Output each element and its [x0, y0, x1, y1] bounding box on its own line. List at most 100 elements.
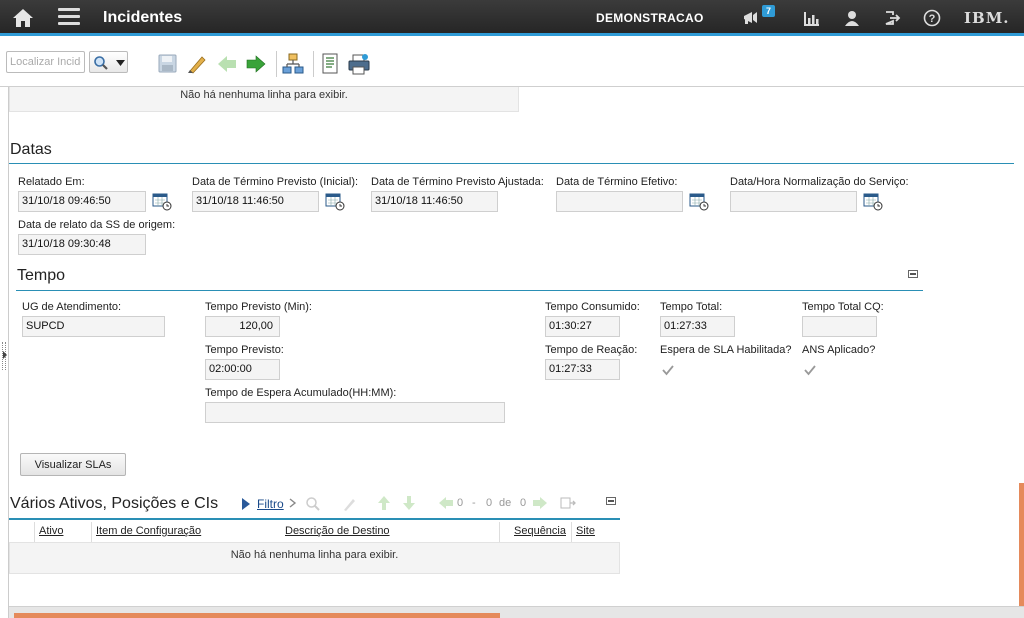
field-label: Tempo Total CQ: — [802, 301, 884, 313]
origin-sr-reported-field: 31/10/18 09:30:48 — [18, 234, 146, 255]
user-icon[interactable] — [843, 9, 861, 27]
pager-of: de — [499, 497, 512, 509]
expected-time-field: 02:00:00 — [205, 359, 280, 380]
section-title-tempo: Tempo — [17, 267, 66, 284]
ibm-logo: IBM. — [964, 9, 1010, 27]
field-label: Data de relato da SS de origem: — [18, 219, 176, 231]
column-separator — [91, 522, 92, 542]
field-label: Tempo Previsto (Min): — [205, 301, 312, 313]
toolbar-separator — [276, 51, 277, 77]
top-navigation-bar: Incidentes DEMONSTRACAO 7 ? IBM. — [0, 0, 1024, 36]
column-header-ci[interactable]: Item de Configuração — [96, 525, 201, 537]
previous-record-icon[interactable] — [216, 53, 238, 75]
scroll-thumb[interactable] — [14, 613, 500, 618]
total-time-cq-field — [802, 316, 877, 337]
search-input[interactable] — [6, 51, 85, 73]
logout-icon[interactable] — [883, 9, 901, 27]
consumed-time-field: 01:30:27 — [545, 316, 620, 337]
save-icon[interactable] — [157, 53, 179, 75]
assets-table-header: Ativo Item de Configuração Descrição de … — [9, 518, 620, 542]
next-page-icon[interactable] — [532, 496, 548, 510]
calendar-icon[interactable] — [863, 192, 883, 211]
actual-finish-field[interactable] — [556, 191, 683, 212]
total-time-field: 01:27:33 — [660, 316, 735, 337]
scroll-indicator[interactable] — [1019, 483, 1024, 606]
clear-filter-icon[interactable] — [341, 496, 357, 512]
workflow-icon[interactable] — [282, 53, 304, 75]
chevron-right-icon[interactable] — [289, 498, 297, 508]
chevron-down-icon — [116, 60, 125, 66]
pager-to: 0 — [486, 497, 493, 509]
field-label: Tempo Previsto: — [205, 344, 284, 356]
print-icon[interactable] — [348, 53, 370, 75]
field-label: Data de Término Previsto (Inicial): — [192, 176, 359, 188]
search-table-icon[interactable] — [305, 496, 321, 512]
sla-wait-checkbox[interactable] — [661, 363, 675, 377]
download-icon[interactable] — [560, 496, 576, 510]
field-label: Tempo de Espera Acumulado(HH:MM): — [205, 387, 397, 399]
pager-total: 0 — [520, 497, 527, 509]
next-record-icon[interactable] — [245, 53, 267, 75]
arrow-down-icon[interactable] — [402, 495, 416, 511]
home-icon[interactable] — [12, 8, 34, 28]
column-separator — [499, 522, 500, 542]
filter-toggle-icon[interactable] — [241, 497, 251, 511]
column-header-sequence[interactable]: Sequência — [514, 525, 566, 537]
view-slas-button[interactable]: Visualizar SLAs — [20, 453, 126, 476]
user-name: DEMONSTRACAO — [596, 11, 704, 25]
field-label: Data de Término Efetivo: — [556, 176, 678, 188]
left-panel-handle[interactable] — [0, 87, 9, 618]
calendar-icon[interactable] — [152, 192, 172, 211]
toolbar — [0, 39, 1024, 87]
column-separator — [34, 522, 35, 542]
collapse-section-icon[interactable] — [908, 270, 918, 278]
field-label: Espera de SLA Habilitada? — [660, 344, 792, 356]
pager-from: 0 — [457, 497, 464, 509]
section-divider — [9, 163, 1014, 164]
app-title: Incidentes — [103, 9, 183, 26]
chart-icon[interactable] — [803, 9, 821, 27]
service-restoration-field[interactable] — [730, 191, 857, 212]
field-label: Relatado Em: — [18, 176, 85, 188]
megaphone-icon[interactable] — [742, 9, 760, 27]
notification-badge[interactable]: 7 — [762, 5, 776, 17]
target-finish-initial-field[interactable]: 31/10/18 11:46:50 — [192, 191, 319, 212]
column-header-destination[interactable]: Descrição de Destino — [285, 525, 390, 537]
arrow-up-icon[interactable] — [377, 495, 391, 511]
empty-table-message: Não há nenhuma linha para exibir. — [9, 87, 519, 112]
field-label: Tempo Total: — [660, 301, 723, 313]
report-icon[interactable] — [320, 53, 342, 75]
filter-link[interactable]: Filtro — [257, 497, 284, 511]
previous-page-icon[interactable] — [438, 496, 454, 510]
section-divider — [16, 290, 923, 291]
calendar-icon[interactable] — [325, 192, 345, 211]
field-label: ANS Aplicado? — [802, 344, 876, 356]
field-label: Tempo de Reação: — [545, 344, 638, 356]
menu-icon[interactable] — [58, 8, 80, 26]
expected-time-min-field: 120,00 — [205, 316, 280, 337]
target-finish-adjusted-field: 31/10/18 11:46:50 — [371, 191, 498, 212]
reported-date-field[interactable]: 31/10/18 09:46:50 — [18, 191, 146, 212]
empty-table-message: Não há nenhuma linha para exibir. — [9, 542, 620, 574]
column-header-ativo[interactable]: Ativo — [39, 525, 63, 537]
svg-text:?: ? — [929, 13, 936, 25]
magnifier-icon — [94, 56, 108, 70]
field-label: Tempo Consumido: — [545, 301, 640, 313]
field-label: Data/Hora Normalização do Serviço: — [730, 176, 909, 188]
column-separator — [571, 522, 572, 542]
toolbar-separator — [313, 51, 314, 77]
clear-changes-icon[interactable] — [186, 53, 208, 75]
pager-dash: - — [472, 497, 476, 509]
search-button[interactable] — [89, 51, 128, 73]
collapse-section-icon[interactable] — [606, 497, 616, 505]
expand-panel-icon[interactable] — [3, 351, 7, 359]
section-title-assets: Vários Ativos, Posições e CIs — [10, 495, 219, 512]
field-label: Data de Término Previsto Ajustada: — [371, 176, 544, 188]
field-label: UG de Atendimento: — [22, 301, 122, 313]
calendar-icon[interactable] — [689, 192, 709, 211]
column-header-site[interactable]: Site — [576, 525, 595, 537]
service-group-field: SUPCD — [22, 316, 165, 337]
help-icon[interactable]: ? — [923, 9, 941, 27]
reaction-time-field: 01:27:33 — [545, 359, 620, 380]
ans-applied-checkbox[interactable] — [803, 363, 817, 377]
